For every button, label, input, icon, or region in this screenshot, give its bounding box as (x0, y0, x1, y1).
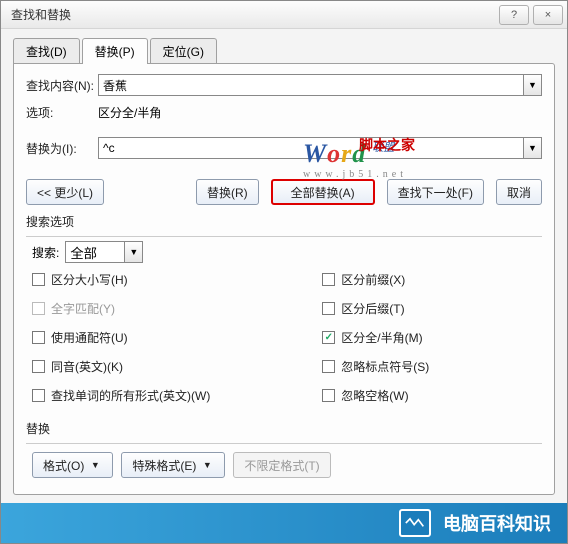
tab-replace[interactable]: 替换(P) (82, 38, 148, 64)
window-title: 查找和替换 (11, 6, 495, 23)
replace-input[interactable] (98, 137, 524, 159)
format-buttons: 格式(O)▼ 特殊格式(E)▼ 不限定格式(T) (32, 452, 542, 478)
replace-row: 替换为(I): ▼ 脚本之家 Word联盟 www.jb51.net (26, 137, 542, 159)
replace-button[interactable]: 替换(R) (196, 179, 259, 205)
ignore-punct-checkbox[interactable]: 忽略标点符号(S) (322, 358, 540, 375)
window-controls: ? × (495, 5, 567, 25)
action-buttons: << 更少(L) 替换(R) 全部替换(A) 查找下一处(F) 取消 (26, 179, 542, 205)
find-replace-dialog: 查找和替换 ? × 查找(D) 替换(P) 定位(G) 查找内容(N): ▼ 选… (0, 0, 568, 544)
cancel-button[interactable]: 取消 (496, 179, 542, 205)
tab-goto[interactable]: 定位(G) (150, 38, 217, 64)
no-format-button: 不限定格式(T) (233, 452, 330, 478)
wildcards-checkbox[interactable]: 使用通配符(U) (32, 329, 322, 346)
close-button[interactable]: × (533, 5, 563, 25)
find-next-button[interactable]: 查找下一处(F) (387, 179, 484, 205)
format-button[interactable]: 格式(O)▼ (32, 452, 113, 478)
right-column: 区分前缀(X) 区分后缀(T) 区分全/半角(M) 忽略标点符号(S) 忽略空格… (322, 271, 540, 404)
whole-word-checkbox: 全字匹配(Y) (32, 300, 322, 317)
find-label: 查找内容(N): (26, 77, 98, 94)
match-width-checkbox[interactable]: 区分全/半角(M) (322, 329, 540, 346)
match-case-checkbox[interactable]: 区分大小写(H) (32, 271, 322, 288)
titlebar: 查找和替换 ? × (1, 1, 567, 29)
help-button[interactable]: ? (499, 5, 529, 25)
replace-label: 替换为(I): (26, 140, 98, 157)
replace-section-label: 替换 (26, 420, 542, 437)
find-input[interactable] (98, 74, 524, 96)
less-button[interactable]: << 更少(L) (26, 179, 104, 205)
footer-text: 电脑百科知识 (443, 510, 551, 536)
tabs: 查找(D) 替换(P) 定位(G) (1, 29, 567, 63)
footer-bar: 电脑百科知识 (1, 503, 567, 543)
replace-dropdown-button[interactable]: ▼ (524, 137, 542, 159)
search-label: 搜索: (32, 244, 59, 261)
options-value: 区分全/半角 (98, 104, 161, 121)
find-dropdown-button[interactable]: ▼ (524, 74, 542, 96)
tab-find[interactable]: 查找(D) (13, 38, 80, 64)
search-select-dropdown[interactable]: ▼ (125, 241, 143, 263)
search-select[interactable] (65, 241, 125, 263)
match-prefix-checkbox[interactable]: 区分前缀(X) (322, 271, 540, 288)
checkbox-columns: 区分大小写(H) 全字匹配(Y) 使用通配符(U) 同音(英文)(K) 查找单词… (32, 271, 540, 404)
options-row: 选项: 区分全/半角 (26, 104, 542, 121)
find-row: 查找内容(N): ▼ (26, 74, 542, 96)
footer-logo-icon (399, 509, 431, 537)
ignore-space-checkbox[interactable]: 忽略空格(W) (322, 387, 540, 404)
search-options-label: 搜索选项 (26, 213, 542, 230)
search-direction: 搜索: ▼ (32, 241, 542, 263)
special-button[interactable]: 特殊格式(E)▼ (121, 452, 225, 478)
options-label: 选项: (26, 104, 98, 121)
sounds-like-checkbox[interactable]: 同音(英文)(K) (32, 358, 322, 375)
tab-panel: 查找内容(N): ▼ 选项: 区分全/半角 替换为(I): ▼ 脚本之家 Wor… (13, 63, 555, 495)
replace-all-button[interactable]: 全部替换(A) (271, 179, 375, 205)
left-column: 区分大小写(H) 全字匹配(Y) 使用通配符(U) 同音(英文)(K) 查找单词… (32, 271, 322, 404)
word-forms-checkbox[interactable]: 查找单词的所有形式(英文)(W) (32, 387, 322, 404)
match-suffix-checkbox[interactable]: 区分后缀(T) (322, 300, 540, 317)
